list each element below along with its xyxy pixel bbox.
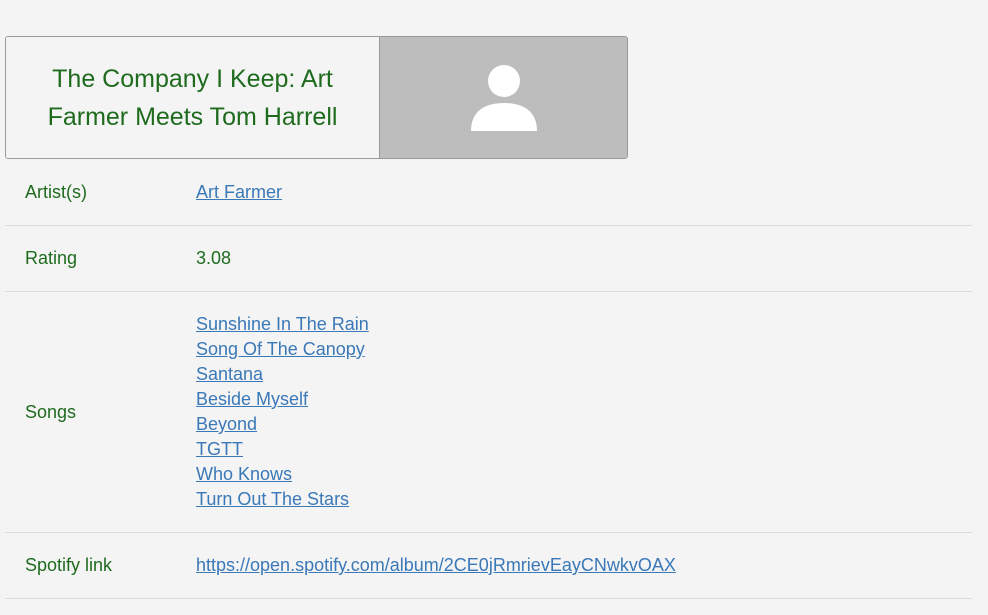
rating-label: Rating [25, 248, 78, 268]
artist-row: Artist(s) Art Farmer [5, 160, 972, 226]
song-link[interactable]: Beyond [196, 414, 257, 434]
spotify-row: Spotify link https://open.spotify.com/al… [5, 533, 972, 599]
album-card: The Company I Keep: Art Farmer Meets Tom… [5, 36, 628, 159]
rating-value: 3.08 [196, 248, 232, 268]
songs-row: Songs Sunshine In The Rain Song Of The C… [5, 292, 972, 533]
song-link[interactable]: Sunshine In The Rain [196, 314, 369, 334]
album-art [380, 37, 627, 158]
artist-label: Artist(s) [25, 182, 87, 202]
album-details-table: Artist(s) Art Farmer Rating 3.08 Songs S… [5, 160, 972, 599]
person-placeholder-icon [470, 64, 537, 131]
song-link[interactable]: TGTT [196, 439, 243, 459]
album-title: The Company I Keep: Art Farmer Meets Tom… [47, 64, 338, 131]
rating-row: Rating 3.08 [5, 226, 972, 292]
songs-list: Sunshine In The Rain Song Of The Canopy … [196, 292, 972, 532]
song-link[interactable]: Beside Myself [196, 389, 308, 409]
song-link[interactable]: Turn Out The Stars [196, 489, 349, 509]
spotify-link[interactable]: https://open.spotify.com/album/2CE0jRmri… [196, 555, 676, 575]
song-link[interactable]: Santana [196, 364, 263, 384]
artist-link[interactable]: Art Farmer [196, 182, 282, 202]
album-title-box: The Company I Keep: Art Farmer Meets Tom… [6, 37, 380, 158]
song-link[interactable]: Song Of The Canopy [196, 339, 365, 359]
spotify-label: Spotify link [25, 555, 113, 575]
songs-label: Songs [25, 401, 77, 422]
song-link[interactable]: Who Knows [196, 464, 292, 484]
